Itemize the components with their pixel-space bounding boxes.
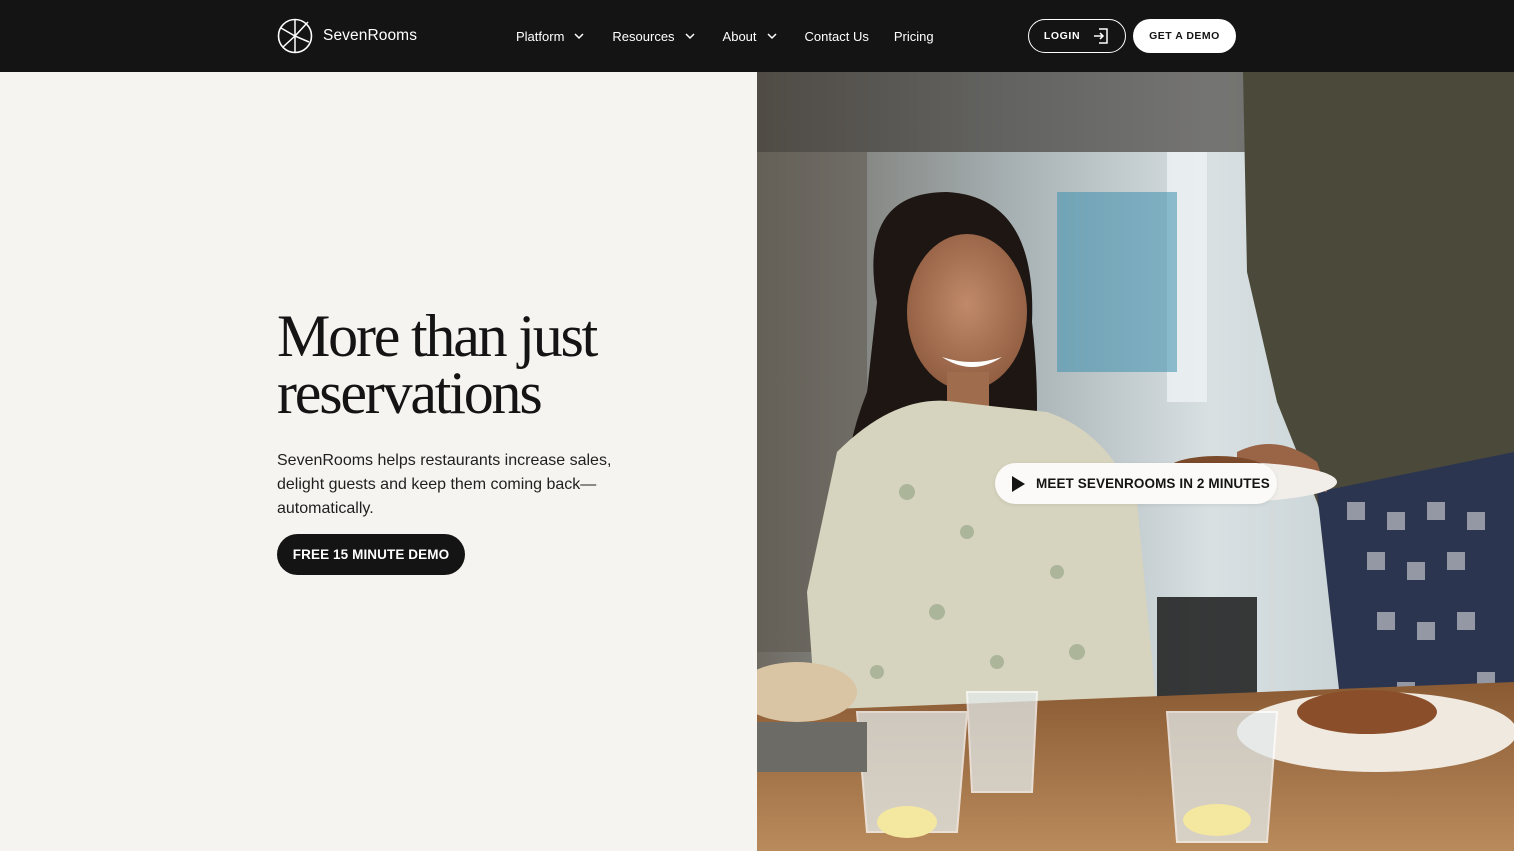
nav-item-label: Resources <box>612 28 675 44</box>
nav-item-pricing[interactable]: Pricing <box>894 24 934 48</box>
hero-photo <box>757 72 1514 851</box>
chevron-down-icon <box>685 33 695 40</box>
nav-item-platform[interactable]: Platform <box>516 24 585 48</box>
chevron-down-icon <box>767 33 777 40</box>
get-a-demo-button[interactable]: GET A DEMO <box>1133 19 1236 53</box>
hero-content: More than just reservations SevenRooms h… <box>0 72 757 851</box>
login-button-label: LOGIN <box>1043 30 1081 42</box>
hero-subtext: SevenRooms helps restaurants increase sa… <box>277 452 612 517</box>
nav-item-label: Platform <box>516 28 565 44</box>
restaurant-scene-image <box>757 72 1514 851</box>
hero-headline-line-2: reservations <box>277 360 543 426</box>
brand-logo[interactable]: SevenRooms <box>277 18 417 54</box>
chevron-down-icon <box>574 33 584 40</box>
nav-item-resources[interactable]: Resources <box>612 24 695 48</box>
free-demo-button[interactable]: FREE 15 MINUTE DEMO <box>277 534 465 575</box>
site-header: SevenRooms Platform Resources About Cont… <box>0 0 1514 72</box>
nav-item-label: Pricing <box>893 28 934 44</box>
watch-video-label: MEET SEVENROOMS IN 2 MINUTES <box>1036 476 1270 491</box>
login-button[interactable]: LOGIN <box>1028 19 1126 53</box>
watch-video-button[interactable]: MEET SEVENROOMS IN 2 MINUTES <box>995 463 1277 504</box>
brand-name: SevenRooms <box>323 27 418 44</box>
nav-item-about[interactable]: About <box>723 24 778 48</box>
nav-item-label: Contact Us <box>804 28 869 44</box>
sevenrooms-logo-icon <box>277 18 313 54</box>
hero-headline: More than just reservations <box>277 306 717 423</box>
nav-item-contact-us[interactable]: Contact Us <box>805 24 869 48</box>
main-nav: Platform Resources About Contact Us Pric… <box>516 24 934 48</box>
play-icon <box>1012 475 1025 492</box>
nav-item-label: About <box>722 28 757 44</box>
login-icon <box>1094 28 1108 44</box>
